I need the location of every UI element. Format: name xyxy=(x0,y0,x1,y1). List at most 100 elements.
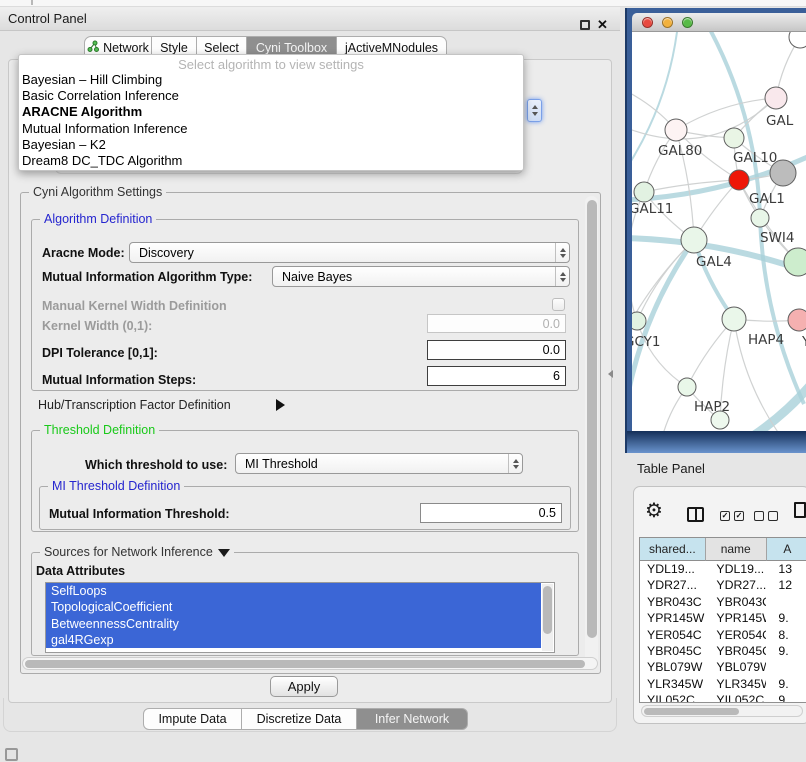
network-window-titlebar[interactable] xyxy=(632,13,806,32)
network-node-hap2[interactable] xyxy=(678,378,696,396)
algorithm-option-dream8-dc-tdc-algorithm[interactable]: Dream8 DC_TDC Algorithm xyxy=(19,153,523,169)
panel-splitter-arrow[interactable] xyxy=(608,370,613,378)
column-layout-icon[interactable] xyxy=(687,507,704,522)
table-cell: 9. xyxy=(766,692,806,703)
column-header-shared[interactable]: shared... xyxy=(640,538,706,561)
network-node-hap4[interactable] xyxy=(722,307,746,331)
table-rows: YDL19...YDL19...13YDR27...YDR27...12YBR0… xyxy=(640,561,806,703)
mi-threshold-input[interactable]: 0.5 xyxy=(420,503,562,523)
network-node-gal11[interactable] xyxy=(634,182,654,202)
algorithm-option-aracne-algorithm[interactable]: ARACNE Algorithm xyxy=(19,104,523,120)
network-node-pink-right[interactable] xyxy=(788,309,806,331)
table-row[interactable]: YDR27...YDR27...12 xyxy=(640,577,806,593)
attribute-item-gal4rgexp[interactable]: gal4RGexp xyxy=(46,632,541,648)
select-all-checkboxes-icon[interactable]: ✓✓ xyxy=(720,511,744,521)
column-header-name[interactable]: name xyxy=(706,538,767,561)
table-row[interactable]: YIL052CYIL052C9. xyxy=(640,692,806,703)
aracne-mode-value: Discovery xyxy=(130,246,555,260)
table-row[interactable]: YPR145WYPR145W9. xyxy=(640,610,806,626)
close-panel-icon[interactable]: ✕ xyxy=(597,17,608,33)
float-window-icon[interactable] xyxy=(580,20,590,30)
tab-label: Infer Network xyxy=(375,712,449,726)
mac-zoom-button[interactable] xyxy=(682,17,693,28)
mi-steps-input[interactable]: 6 xyxy=(427,366,566,386)
mi-steps-label: Mutual Information Steps: xyxy=(42,373,196,387)
network-node-gal1[interactable] xyxy=(729,170,749,190)
table-header-row: shared...nameA xyxy=(640,538,806,561)
aracne-mode-label: Aracne Mode: xyxy=(42,246,125,260)
node-label-hap4: HAP4 xyxy=(748,332,784,348)
data-attributes-list[interactable]: SelfLoopsTopologicalCoefficientBetweenne… xyxy=(45,582,555,653)
settings-horizontal-scrollbar[interactable] xyxy=(22,657,598,670)
algorithm-option-mutual-information-inference[interactable]: Mutual Information Inference xyxy=(19,121,523,137)
table-cell: 9. xyxy=(766,643,806,659)
table-cell xyxy=(766,594,806,610)
table-cell: 12 xyxy=(766,577,806,593)
inference-algorithm-combo-stepper[interactable] xyxy=(527,99,542,122)
dpi-tolerance-input[interactable]: 0.0 xyxy=(427,340,566,360)
algorithm-option-bayesian-k2[interactable]: Bayesian – K2 xyxy=(19,137,523,153)
network-node-gal80[interactable] xyxy=(665,119,687,141)
table-row[interactable]: YBL079WYBL079W xyxy=(640,659,806,675)
scrollbar-thumb[interactable] xyxy=(25,660,585,668)
scrollbar-thumb[interactable] xyxy=(587,200,597,638)
sources-group-title[interactable]: Sources for Network Inference xyxy=(40,545,234,559)
network-node-gal10[interactable] xyxy=(724,128,744,148)
mac-minimize-button[interactable] xyxy=(662,17,673,28)
node-label-gal80: GAL80 xyxy=(658,143,702,159)
settings-vertical-scrollbar[interactable] xyxy=(585,196,598,670)
table-cell: YLR345W xyxy=(705,676,766,692)
table-cell: YIL052C xyxy=(640,692,705,703)
network-node-gal-partial[interactable] xyxy=(765,87,787,109)
attribute-item-selfloops[interactable]: SelfLoops xyxy=(46,583,541,599)
network-edge[interactable] xyxy=(676,98,776,130)
node-label-gal1: GAL1 xyxy=(749,191,785,207)
network-node-green-right[interactable] xyxy=(784,248,806,276)
scrollbar-thumb[interactable] xyxy=(644,708,739,715)
table-cell: YPR145W xyxy=(640,610,705,626)
network-node-gal4[interactable] xyxy=(681,227,707,253)
table-horizontal-scrollbar[interactable] xyxy=(641,705,803,717)
table-cell: YBR043C xyxy=(640,594,705,610)
hub-definition-label[interactable]: Hub/Transcription Factor Definition xyxy=(38,398,231,412)
network-canvas[interactable]: GALGAL80GAL10GAL1GAL11SWI4GAL4GCY1HAP4YH… xyxy=(632,32,806,431)
list-vertical-scrollbar[interactable] xyxy=(542,584,553,651)
mac-close-button[interactable] xyxy=(642,17,653,28)
column-header-a[interactable]: A xyxy=(767,538,806,561)
tab-impute-data[interactable]: Impute Data xyxy=(143,708,242,730)
mi-algorithm-type-select[interactable]: Naive Bayes xyxy=(272,266,570,287)
tab-label: Cyni Toolbox xyxy=(256,41,327,55)
which-threshold-select[interactable]: MI Threshold xyxy=(235,453,523,474)
kernel-width-input[interactable]: 0.0 xyxy=(427,314,566,333)
table-cell: YBL079W xyxy=(640,659,705,675)
expand-right-arrow-icon[interactable] xyxy=(276,399,285,411)
table-cell: YER054C xyxy=(640,627,705,643)
table-row[interactable]: YBR043CYBR043C xyxy=(640,594,806,610)
tab-label: Discretize Data xyxy=(257,712,342,726)
settings-gear-icon[interactable]: ⚙ xyxy=(645,501,663,521)
network-node-node-top-right[interactable] xyxy=(789,32,806,48)
tab-label: Network xyxy=(103,41,149,55)
document-icon[interactable] xyxy=(794,502,806,518)
aracne-mode-select[interactable]: Discovery xyxy=(129,242,570,263)
network-icon xyxy=(87,40,103,55)
minimized-panel-icon[interactable] xyxy=(5,748,18,761)
table-cell: 13 xyxy=(766,561,806,577)
tab-discretize-data[interactable]: Discretize Data xyxy=(242,708,357,730)
network-node-swi4[interactable] xyxy=(751,209,769,227)
table-row[interactable]: YLR345WYLR345W9. xyxy=(640,676,806,692)
tab-infer-network[interactable]: Infer Network xyxy=(357,708,468,730)
attribute-item-betweennesscentrality[interactable]: BetweennessCentrality xyxy=(46,616,541,632)
table-row[interactable]: YER054CYER054C8. xyxy=(640,627,806,643)
algorithm-option-bayesian-hill-climbing[interactable]: Bayesian – Hill Climbing xyxy=(19,72,523,88)
table-row[interactable]: YBR045CYBR045C9. xyxy=(640,643,806,659)
manual-kernel-width-checkbox[interactable] xyxy=(552,298,565,311)
apply-button[interactable]: Apply xyxy=(270,676,338,697)
table-row[interactable]: YDL19...YDL19...13 xyxy=(640,561,806,577)
deselect-checkboxes-icon[interactable] xyxy=(754,511,778,521)
scrollbar-thumb[interactable] xyxy=(543,586,552,634)
node-label-swi4: SWI4 xyxy=(760,230,795,246)
attribute-item-topologicalcoefficient[interactable]: TopologicalCoefficient xyxy=(46,599,541,615)
network-node-gcy1[interactable] xyxy=(632,312,646,330)
algorithm-option-basic-correlation-inference[interactable]: Basic Correlation Inference xyxy=(19,88,523,104)
